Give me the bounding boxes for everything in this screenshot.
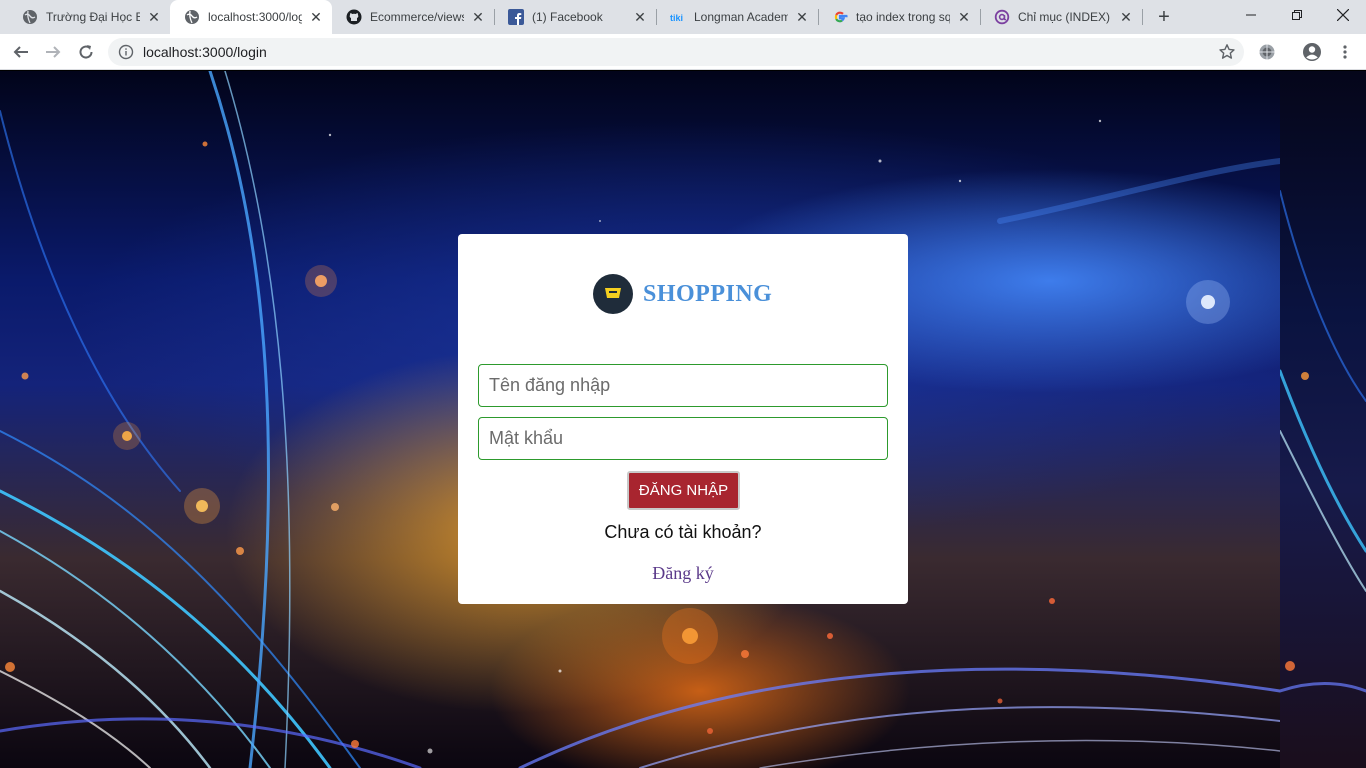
- brand: SHOPPING: [593, 274, 772, 314]
- menu-button[interactable]: [1331, 38, 1359, 66]
- tab-title: Trường Đại Học Bá: [46, 10, 140, 24]
- github-icon: [346, 9, 362, 25]
- background-side-strip: [1278, 71, 1366, 768]
- facebook-icon: [508, 9, 524, 25]
- tab-chi-muc-index[interactable]: Chỉ mục (INDEX) tr ✕: [980, 0, 1142, 34]
- close-icon[interactable]: ✕: [470, 9, 486, 25]
- tab-github-ecommerce[interactable]: Ecommerce/views ✕: [332, 0, 494, 34]
- tab-google-index[interactable]: tạo index trong sq ✕: [818, 0, 980, 34]
- shopping-cart-icon: [605, 288, 621, 298]
- restore-button[interactable]: [1274, 0, 1320, 30]
- reload-icon: [79, 45, 93, 59]
- page-viewport: SHOPPING ĐĂNG NHẬP Chưa có tài khoản? Đă…: [0, 71, 1366, 768]
- svg-text:tiki: tiki: [670, 13, 683, 23]
- login-card: SHOPPING ĐĂNG NHẬP Chưa có tài khoản? Đă…: [458, 234, 908, 604]
- forward-arrow-icon: [46, 46, 61, 58]
- tab-localhost-login[interactable]: localhost:3000/log ✕: [170, 0, 332, 34]
- new-tab-button[interactable]: +: [1152, 5, 1176, 29]
- close-icon[interactable]: ✕: [956, 9, 972, 25]
- globe-icon: [184, 9, 200, 25]
- extension-globe-icon: [1259, 44, 1275, 60]
- google-icon: [832, 9, 848, 25]
- close-icon[interactable]: ✕: [1118, 9, 1134, 25]
- close-window-button[interactable]: [1320, 0, 1366, 30]
- logo: [593, 274, 633, 314]
- extension-button[interactable]: [1253, 38, 1281, 66]
- bookmark-star-icon[interactable]: [1218, 43, 1236, 61]
- login-button[interactable]: ĐĂNG NHẬP: [627, 471, 740, 510]
- tab-title: tạo index trong sq: [856, 10, 950, 24]
- tiki-icon: tiki: [670, 9, 686, 25]
- tab-title: Chỉ mục (INDEX) tr: [1018, 10, 1112, 24]
- tab-title: localhost:3000/log: [208, 10, 302, 24]
- tab-truong-dai-hoc[interactable]: Trường Đại Học Bá ✕: [8, 0, 170, 34]
- minimize-button[interactable]: [1228, 0, 1274, 30]
- tab-separator: [1142, 9, 1143, 25]
- info-icon[interactable]: [118, 44, 134, 60]
- register-link[interactable]: Đăng ký: [458, 563, 908, 584]
- more-vertical-icon: [1343, 45, 1347, 59]
- url-text[interactable]: localhost:3000/login: [143, 44, 267, 60]
- forward-button[interactable]: [39, 38, 67, 66]
- password-input[interactable]: [478, 417, 888, 460]
- globe-icon: [22, 9, 38, 25]
- close-icon[interactable]: ✕: [146, 9, 162, 25]
- tab-title: Longman Academ: [694, 10, 788, 24]
- no-account-text: Chưa có tài khoản?: [604, 522, 762, 542]
- close-icon[interactable]: ✕: [308, 9, 324, 25]
- restore-icon: [1292, 10, 1302, 20]
- profile-avatar-icon: [1303, 43, 1321, 61]
- back-arrow-icon: [13, 46, 28, 58]
- at-icon: [994, 9, 1010, 25]
- close-icon[interactable]: ✕: [794, 9, 810, 25]
- back-button[interactable]: [7, 38, 35, 66]
- close-icon[interactable]: ✕: [632, 9, 648, 25]
- tab-longman[interactable]: tiki Longman Academ ✕: [656, 0, 818, 34]
- address-bar[interactable]: localhost:3000/login: [108, 38, 1244, 66]
- username-input[interactable]: [478, 364, 888, 407]
- minimize-icon: [1246, 14, 1256, 16]
- tab-strip: Trường Đại Học Bá ✕ localhost:3000/log ✕…: [0, 0, 1366, 34]
- tab-title: (1) Facebook: [532, 10, 603, 24]
- profile-button[interactable]: [1298, 38, 1326, 66]
- tab-title: Ecommerce/views: [370, 10, 464, 24]
- tab-facebook[interactable]: (1) Facebook ✕: [494, 0, 656, 34]
- browser-toolbar: localhost:3000/login: [0, 34, 1366, 70]
- close-window-icon: [1337, 9, 1349, 21]
- brand-name: SHOPPING: [643, 280, 773, 307]
- reload-button[interactable]: [72, 38, 100, 66]
